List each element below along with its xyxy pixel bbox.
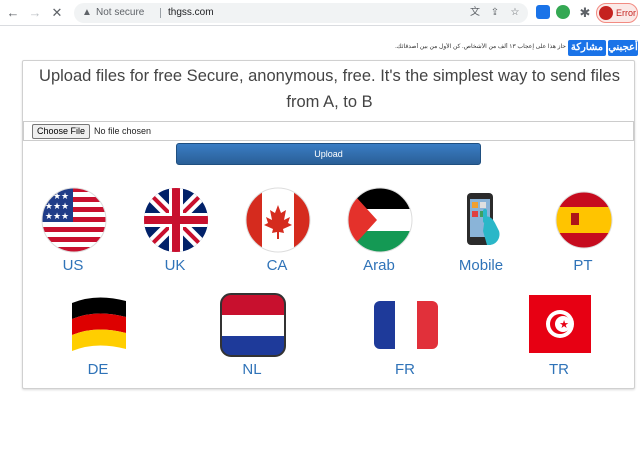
- file-status: No file chosen: [94, 126, 152, 136]
- de-flag-icon: [72, 297, 126, 351]
- nl-flag-icon: [220, 293, 286, 357]
- warning-icon: ▲: [82, 7, 92, 18]
- us-flag-icon: ★★★ ★★★ ★★★: [41, 187, 107, 253]
- security-status: Not secure: [96, 7, 145, 18]
- svg-text:★: ★: [559, 319, 569, 331]
- flag-label-pt: PT: [573, 257, 593, 274]
- flag-link-mobile[interactable]: Mobile: [436, 187, 526, 282]
- profile-button[interactable]: Error: [596, 3, 638, 23]
- back-icon[interactable]: ←: [4, 4, 22, 22]
- flag-link-de[interactable]: DE: [53, 293, 143, 388]
- extensions-icon[interactable]: ✱: [576, 4, 594, 22]
- flag-label-tr: TR: [549, 361, 569, 378]
- star-icon[interactable]: ☆: [508, 3, 522, 23]
- flag-link-nl[interactable]: NL: [207, 293, 297, 388]
- mobile-phone-icon: [467, 193, 500, 245]
- pt-flag-icon: [555, 191, 613, 249]
- flag-link-uk[interactable]: UK: [130, 187, 220, 282]
- flag-label-us: US: [62, 257, 84, 274]
- avatar: [599, 6, 613, 20]
- choose-file-button[interactable]: Choose File: [32, 124, 91, 139]
- browser-toolbar: ← → ✕ ▲ Not secure thgss.com 文 ⇪ ☆ ✱ Err…: [0, 0, 640, 26]
- flag-link-pt[interactable]: PT: [538, 187, 628, 282]
- flag-link-tr[interactable]: ★ TR: [514, 293, 604, 388]
- arab-flag-icon: [347, 187, 413, 253]
- page-title: Upload files for free Secure, anonymous,…: [39, 67, 620, 111]
- flag-label-fr: FR: [395, 361, 415, 378]
- address-separator: [160, 8, 161, 18]
- flag-label-ca: CA: [266, 257, 288, 274]
- translate-icon[interactable]: 文: [468, 3, 482, 23]
- like-button[interactable]: أعجبني: [608, 40, 638, 56]
- share-button[interactable]: مشاركة: [568, 40, 606, 56]
- flag-link-arab[interactable]: Arab: [334, 187, 424, 282]
- extension-icon-blue[interactable]: [536, 5, 550, 19]
- share-icon[interactable]: ⇪: [488, 3, 502, 23]
- flag-label-uk: UK: [164, 257, 186, 274]
- flag-link-ca[interactable]: CA: [232, 187, 322, 282]
- svg-text:★★★: ★★★: [45, 211, 69, 221]
- flag-label-de: DE: [87, 361, 109, 378]
- flag-link-fr[interactable]: FR: [360, 293, 450, 388]
- file-input[interactable]: Choose File No file chosen: [23, 121, 634, 141]
- svg-text:★★★: ★★★: [45, 201, 69, 211]
- profile-error-label: Error: [616, 8, 636, 18]
- fr-flag-icon: [374, 301, 438, 349]
- tr-flag-icon: ★: [529, 295, 591, 353]
- flag-link-us[interactable]: ★★★ ★★★ ★★★ US: [28, 187, 118, 282]
- address-bar[interactable]: ▲ Not secure thgss.com 文 ⇪ ☆: [74, 3, 528, 23]
- forward-icon[interactable]: →: [26, 4, 44, 22]
- extension-icon-green[interactable]: [556, 5, 570, 19]
- flag-label-nl: NL: [242, 361, 262, 378]
- flag-label-arab: Arab: [363, 257, 395, 274]
- upload-button[interactable]: Upload: [176, 143, 481, 165]
- stop-icon[interactable]: ✕: [48, 4, 66, 22]
- social-bar: أعجبني مشاركة حاز هذا على إعجاب ١٣ ألف م…: [0, 40, 640, 58]
- uk-flag-icon: [144, 188, 208, 252]
- url-text: thgss.com: [168, 7, 214, 18]
- like-count-note: حاز هذا على إعجاب ١٣ ألف من الأشخاص. كن …: [395, 44, 566, 50]
- upload-panel: Upload files for free Secure, anonymous,…: [22, 60, 635, 389]
- ca-flag-icon: [245, 187, 311, 253]
- flag-label-mobile: Mobile: [458, 257, 504, 274]
